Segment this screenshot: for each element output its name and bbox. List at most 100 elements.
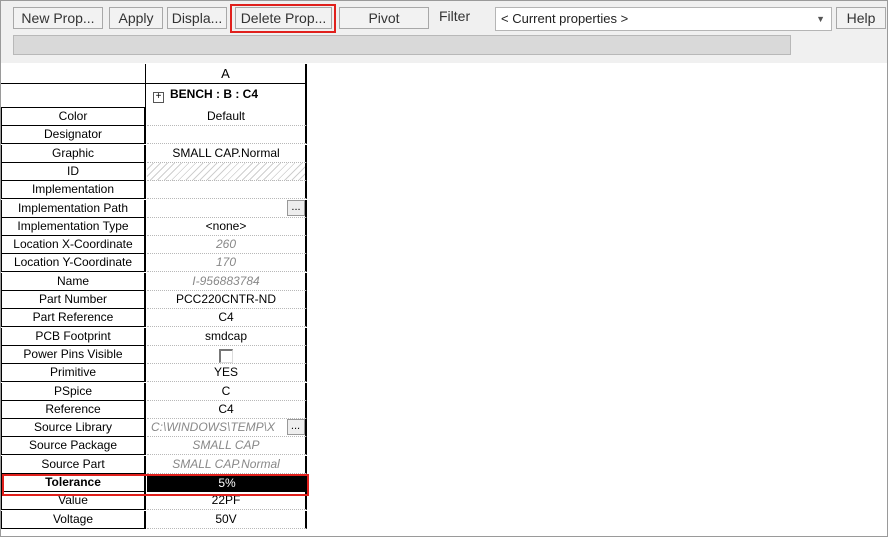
property-name-cell[interactable]: Primitive bbox=[1, 364, 146, 382]
table-row: PSpice C bbox=[1, 383, 311, 401]
property-value-cell[interactable]: SMALL CAP.Normal bbox=[147, 145, 307, 163]
property-value-cell[interactable]: PCC220CNTR-ND bbox=[147, 291, 307, 309]
property-value-text: Default bbox=[206, 109, 246, 123]
property-value-text: 170 bbox=[215, 255, 237, 269]
property-name-cell[interactable]: Name bbox=[1, 273, 146, 291]
property-value-text: YES bbox=[213, 365, 238, 379]
property-value-text: 260 bbox=[215, 237, 237, 251]
property-value-text: PCC220CNTR-ND bbox=[175, 292, 276, 306]
property-name-cell[interactable]: Source Part bbox=[1, 456, 146, 474]
tolerance-row-highlight bbox=[2, 474, 309, 496]
property-value-text: C bbox=[221, 384, 231, 398]
table-row: PCB Footprint smdcap bbox=[1, 328, 311, 346]
table-row: Location Y-Coordinate 170 bbox=[1, 254, 311, 272]
table-row: Part Reference C4 bbox=[1, 309, 311, 327]
browse-button[interactable]: ... bbox=[287, 419, 305, 435]
property-value-text: 50V bbox=[215, 512, 237, 526]
table-row: Voltage 50V bbox=[1, 511, 311, 529]
property-value-text: SMALL CAP bbox=[192, 438, 260, 452]
property-name-cell[interactable]: Designator bbox=[1, 126, 146, 144]
column-header-a[interactable]: A bbox=[146, 64, 307, 84]
property-value-cell[interactable]: C bbox=[147, 383, 307, 401]
property-name-cell[interactable]: Implementation Type bbox=[1, 218, 146, 236]
property-name-cell[interactable]: Location X-Coordinate bbox=[1, 236, 146, 254]
property-name-cell[interactable]: Graphic bbox=[1, 145, 146, 163]
property-value-cell[interactable] bbox=[147, 126, 307, 144]
table-row: Implementation Type <none> bbox=[1, 218, 311, 236]
pivot-button[interactable]: Pivot bbox=[339, 7, 429, 29]
property-name-cell[interactable]: Power Pins Visible bbox=[1, 346, 146, 364]
table-row: Location X-Coordinate 260 bbox=[1, 236, 311, 254]
help-button[interactable]: Help bbox=[836, 7, 886, 29]
filter-dropdown-value: < Current properties > bbox=[501, 11, 629, 26]
property-value-text: C4 bbox=[218, 402, 234, 416]
object-title: BENCH : B : C4 bbox=[170, 87, 259, 101]
expand-icon[interactable]: + bbox=[153, 92, 164, 103]
property-name-cell[interactable]: Source Package bbox=[1, 437, 146, 455]
property-value-text: I-956883784 bbox=[192, 274, 260, 288]
table-row: Name I-956883784 bbox=[1, 273, 311, 291]
table-row: Part Number PCC220CNTR-ND bbox=[1, 291, 311, 309]
browse-button[interactable]: ... bbox=[287, 200, 305, 216]
property-value-cell[interactable]: C4 bbox=[147, 309, 307, 327]
property-value-cell[interactable] bbox=[147, 346, 307, 364]
table-row: Source Library C:\WINDOWS\TEMP\X... bbox=[1, 419, 311, 437]
chevron-down-icon[interactable]: ▼ bbox=[816, 8, 825, 30]
property-name-cell[interactable]: Reference bbox=[1, 401, 146, 419]
property-value-cell[interactable]: 50V bbox=[147, 511, 307, 529]
property-name-cell[interactable]: Location Y-Coordinate bbox=[1, 254, 146, 272]
display-button[interactable]: Displa... bbox=[167, 7, 227, 29]
property-value-text: C4 bbox=[218, 310, 234, 324]
toolbar: New Prop... Apply Displa... Delete Prop.… bbox=[1, 1, 887, 63]
table-row: Implementation Path... bbox=[1, 200, 311, 218]
table-row: Primitive YES bbox=[1, 364, 311, 382]
property-value-cell[interactable]: smdcap bbox=[147, 328, 307, 346]
property-value-cell[interactable]: I-956883784 bbox=[147, 273, 307, 291]
property-value-cell[interactable]: SMALL CAP.Normal bbox=[147, 456, 307, 474]
property-value-cell[interactable]: <none> bbox=[147, 218, 307, 236]
property-name-cell[interactable]: Implementation bbox=[1, 181, 146, 199]
table-row: Source Package SMALL CAP bbox=[1, 437, 311, 455]
property-name-cell[interactable]: Part Number bbox=[1, 291, 146, 309]
property-name-cell[interactable]: Color bbox=[1, 108, 146, 126]
property-name-cell[interactable]: Source Library bbox=[1, 419, 146, 437]
property-value-cell[interactable]: YES bbox=[147, 364, 307, 382]
property-value-text: SMALL CAP.Normal bbox=[172, 457, 280, 471]
apply-button[interactable]: Apply bbox=[109, 7, 163, 29]
delete-property-highlight bbox=[230, 4, 336, 33]
property-value-cell[interactable]: SMALL CAP bbox=[147, 437, 307, 455]
property-value-cell[interactable] bbox=[147, 163, 307, 181]
property-value-text: smdcap bbox=[204, 329, 248, 343]
property-value-cell[interactable]: ... bbox=[147, 200, 307, 218]
property-name-cell[interactable]: Implementation Path bbox=[1, 200, 146, 218]
property-name-cell[interactable]: PSpice bbox=[1, 383, 146, 401]
filter-dropdown[interactable]: < Current properties > ▼ bbox=[495, 7, 832, 31]
property-value-cell[interactable]: 170 bbox=[147, 254, 307, 272]
object-header-label bbox=[1, 84, 146, 108]
grid-corner bbox=[1, 64, 146, 84]
property-name-cell[interactable]: ID bbox=[1, 163, 146, 181]
property-value-cell[interactable]: Default bbox=[147, 108, 307, 126]
property-value-cell[interactable] bbox=[147, 181, 307, 199]
object-title-cell[interactable]: + BENCH : B : C4 bbox=[146, 84, 307, 108]
property-value-cell[interactable]: C4 bbox=[147, 401, 307, 419]
property-value-cell[interactable]: 260 bbox=[147, 236, 307, 254]
property-name-cell[interactable]: PCB Footprint bbox=[1, 328, 146, 346]
table-row: Source Part SMALL CAP.Normal bbox=[1, 456, 311, 474]
table-row: Reference C4 bbox=[1, 401, 311, 419]
table-row: Designator bbox=[1, 126, 311, 144]
property-value-text: SMALL CAP.Normal bbox=[172, 146, 280, 160]
new-property-button[interactable]: New Prop... bbox=[13, 7, 103, 29]
property-name-cell[interactable]: Voltage bbox=[1, 511, 146, 529]
filter-label: Filter bbox=[439, 8, 471, 24]
property-value-text: <none> bbox=[205, 219, 247, 233]
table-row: Implementation bbox=[1, 181, 311, 199]
table-row: Graphic SMALL CAP.Normal bbox=[1, 145, 311, 163]
property-name-cell[interactable]: Part Reference bbox=[1, 309, 146, 327]
table-row: ID bbox=[1, 163, 311, 181]
table-row: Power Pins Visible bbox=[1, 346, 311, 364]
status-bar bbox=[13, 35, 791, 55]
property-value-text: C:\WINDOWS\TEMP\X bbox=[151, 420, 275, 434]
checkbox[interactable] bbox=[219, 349, 233, 363]
property-value-cell[interactable]: C:\WINDOWS\TEMP\X... bbox=[147, 419, 307, 437]
